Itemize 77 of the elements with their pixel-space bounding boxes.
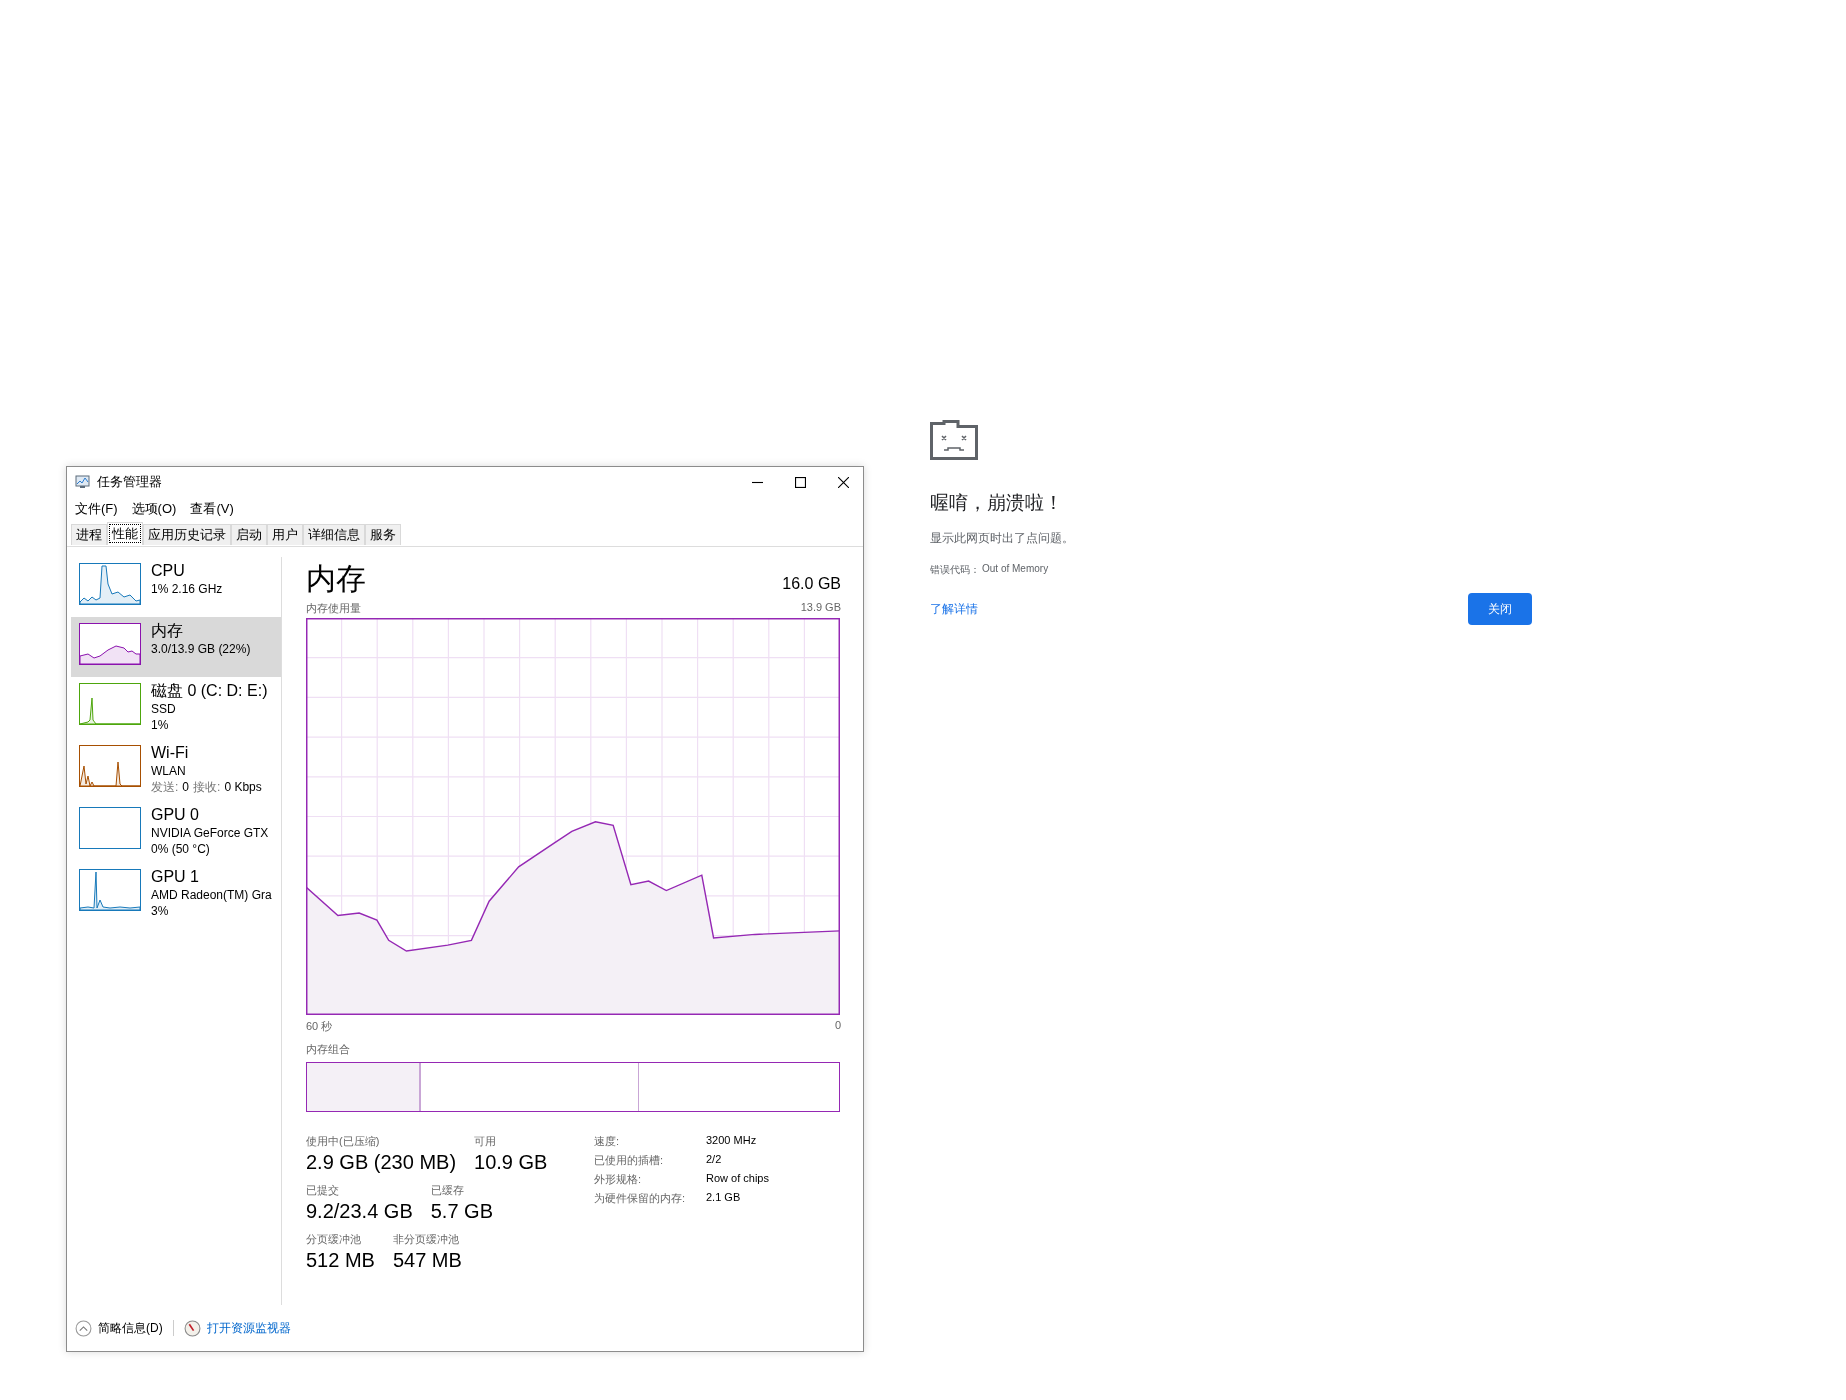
composition-label: 内存组合 — [306, 1042, 351, 1057]
tab[interactable]: 详细信息 — [303, 524, 365, 545]
sidebar-item-detail: 3.0/13.9 GB (22%) — [151, 641, 251, 657]
graph-max-label: 13.9 GB — [800, 601, 841, 615]
sidebar-item-detail: AMD Radeon(TM) Gra — [151, 887, 272, 903]
sidebar-item-detail: 0 Kbps — [224, 779, 262, 795]
sidebar-item-title: 磁盘 0 (C: D: E:) — [151, 681, 268, 701]
sidebar-item-detail: 1% 2.16 GHz — [151, 581, 223, 597]
monitor-icon — [75, 474, 91, 490]
sidebar-item-title: CPU — [151, 561, 186, 581]
graph-label: 内存使用量 — [306, 601, 361, 616]
sidebar-item-detail: 0 — [182, 779, 190, 795]
sidebar-item-title: 内存 — [151, 621, 184, 641]
detail-value: 3200 MHz — [706, 1134, 758, 1148]
detail-value: Row of chips — [706, 1172, 769, 1186]
detail-value: 2/2 — [706, 1153, 723, 1167]
sidebar-item-title: Wi-Fi — [151, 743, 190, 763]
sidebar-item-detail: 1% — [151, 717, 170, 733]
menu-item[interactable]: 文件(F) — [75, 500, 118, 518]
sidebar-item[interactable]: 内存 3.0/13.9 GB (22%) — [71, 617, 281, 677]
summary-button[interactable]: 简略信息(D) — [98, 1319, 163, 1337]
stat-value: 547 MB — [392, 1248, 462, 1273]
time-axis-start: 60 秒 — [306, 1019, 333, 1034]
sidebar-item[interactable]: 磁盘 0 (C: D: E:) SSD 1% — [71, 677, 281, 739]
sidebar-item[interactable]: Wi-Fi WLAN 发送: 0 接收: 0 Kbps — [71, 739, 281, 801]
stat-value: 5.7 GB — [430, 1199, 493, 1224]
sidebar-item[interactable]: GPU 0 NVIDIA GeForce GTX 0% (50 °C) — [71, 801, 281, 863]
window-title: 任务管理器 — [97, 473, 162, 491]
menu-item[interactable]: 选项(O) — [131, 500, 177, 518]
sidebar-item-detail: SSD — [151, 701, 177, 717]
stat-label: 已缓存 — [430, 1183, 465, 1198]
tab[interactable]: 进程 — [71, 524, 107, 545]
panel-title: 内存 — [306, 561, 366, 597]
chevron-up-icon[interactable] — [75, 1319, 92, 1337]
maximize-icon[interactable] — [795, 476, 806, 488]
stat-value: 2.9 GB (230 MB) — [306, 1150, 457, 1175]
tab[interactable]: 启动 — [231, 524, 267, 545]
stat-label: 非分页缓冲池 — [392, 1232, 460, 1247]
tab[interactable]: 用户 — [267, 524, 303, 545]
sidebar-item-detail: NVIDIA GeForce GTX — [151, 825, 269, 841]
stat-label: 已提交 — [306, 1183, 340, 1198]
tab[interactable]: 服务 — [365, 524, 401, 545]
total-memory: 16.0 GB — [782, 575, 841, 594]
error-message: 显示此网页时出了点问题。 — [930, 530, 1075, 547]
sidebar-item-title: GPU 0 — [151, 805, 200, 825]
close-icon[interactable] — [838, 476, 849, 488]
sidebar-item-title: GPU 1 — [151, 867, 200, 887]
sidebar-item-detail: 0% (50 °C) — [151, 841, 211, 857]
error-code: Out of Memory — [982, 563, 1049, 576]
sidebar-item[interactable]: CPU 1% 2.16 GHz — [71, 557, 281, 617]
stat-label: 可用 — [474, 1134, 498, 1149]
detail-value: 2.1 GB — [706, 1191, 742, 1205]
stat-value: 512 MB — [306, 1248, 375, 1273]
tab[interactable]: 应用历史记录 — [143, 524, 231, 545]
detail-label: 外形规格: — [594, 1172, 643, 1187]
detail-label: 速度: — [594, 1134, 621, 1149]
gauge-icon — [183, 1319, 201, 1337]
sidebar-item-detail: 接收: — [193, 779, 221, 795]
stat-label: 使用中(已压缩) — [306, 1134, 381, 1149]
sidebar-item[interactable]: GPU 1 AMD Radeon(TM) Gra 3% — [71, 863, 281, 925]
learn-more-link[interactable]: 了解详情 — [930, 600, 978, 618]
sidebar-item-detail: 发送: — [151, 779, 179, 795]
detail-label: 已使用的插槽: — [594, 1153, 665, 1168]
stat-value: 10.9 GB — [474, 1150, 548, 1175]
stat-label: 分页缓冲池 — [306, 1232, 362, 1247]
sidebar-item-detail: 3% — [151, 903, 170, 919]
sidebar-item-detail: WLAN — [151, 763, 187, 779]
error-title: 喔唷，崩溃啦！ — [930, 491, 1064, 515]
resource-monitor-link[interactable]: 打开资源监视器 — [206, 1319, 291, 1337]
sad-folder-icon — [930, 420, 978, 460]
tab[interactable]: 性能 — [107, 522, 143, 545]
time-axis-end: 0 — [834, 1019, 841, 1033]
close-button[interactable]: 关闭 — [1468, 593, 1532, 625]
detail-label: 为硬件保留的内存: — [594, 1191, 687, 1206]
error-code-label: 错误代码： — [930, 563, 980, 577]
menu-item[interactable]: 查看(V) — [190, 500, 234, 518]
stat-value: 9.2/23.4 GB — [306, 1199, 413, 1224]
